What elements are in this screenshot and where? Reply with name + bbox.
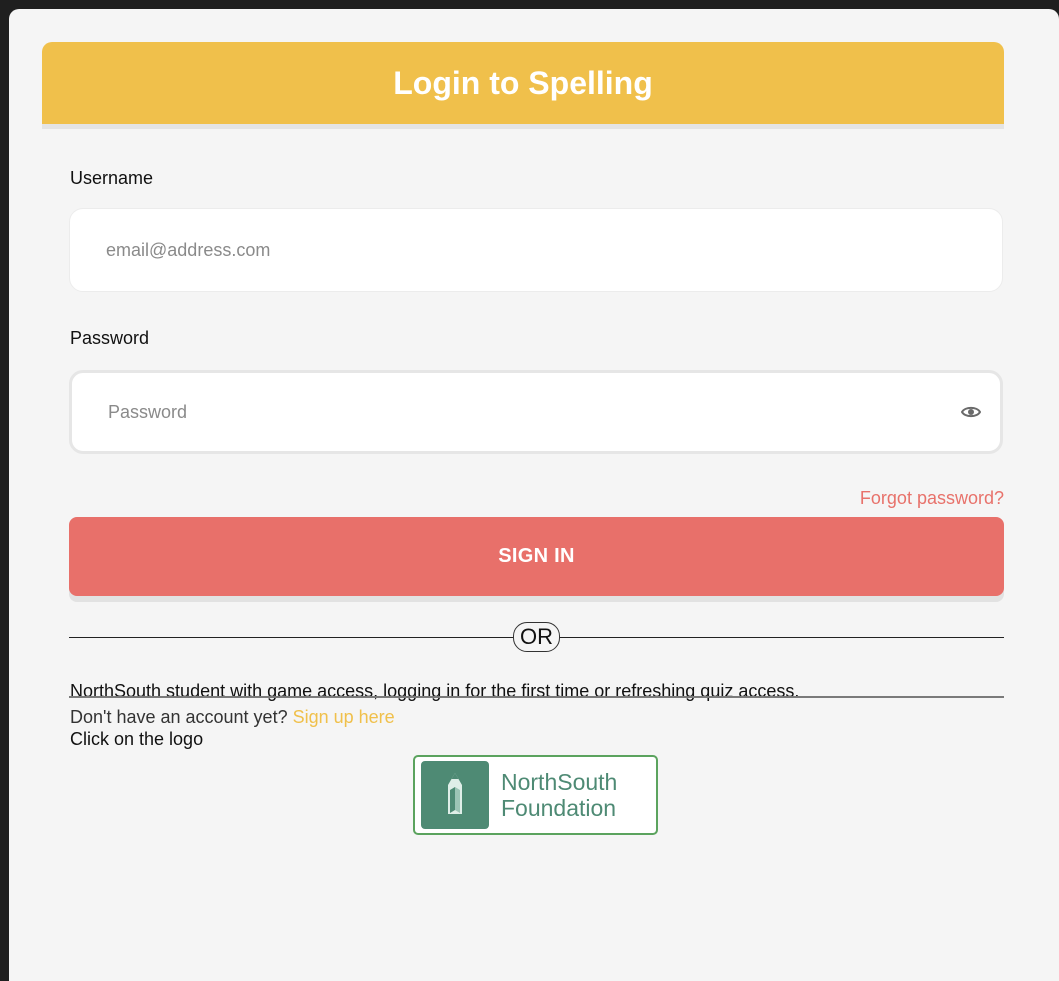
sign-up-link[interactable]: Sign up here — [293, 707, 395, 727]
sign-in-button[interactable]: SIGN IN — [69, 517, 1004, 596]
logo-line-1: NorthSouth — [501, 769, 618, 795]
logo-text: NorthSouth Foundation — [501, 769, 617, 821]
northsouth-logo-button[interactable]: NorthSouth Foundation — [413, 755, 658, 835]
forgot-password-link[interactable]: Forgot password? — [860, 488, 1004, 509]
logo-line-2: Foundation — [501, 795, 617, 821]
northsouth-info-text: NorthSouth student with game access, log… — [70, 681, 800, 701]
pencil-book-icon — [421, 761, 489, 829]
signup-line: Don't have an account yet? Sign up here — [70, 707, 395, 728]
password-field — [69, 370, 1003, 454]
password-input[interactable] — [72, 372, 958, 452]
username-label: Username — [70, 168, 154, 188]
username-input[interactable] — [70, 208, 1002, 292]
or-divider: OR — [69, 622, 1004, 652]
password-label: Password — [70, 328, 150, 348]
or-divider-line-right — [560, 636, 1004, 638]
signup-prompt: Don't have an account yet? — [70, 707, 288, 727]
username-field — [69, 208, 1003, 292]
login-header: Login to Spelling — [42, 42, 1004, 124]
or-divider-line-left — [69, 636, 513, 638]
show-password-eye-icon[interactable] — [958, 402, 984, 422]
click-logo-text: Click on the logo — [70, 729, 204, 749]
or-label: OR — [513, 622, 560, 652]
page-title: Login to Spelling — [393, 64, 653, 101]
footer-divider — [69, 696, 1004, 698]
login-card: Login to Spelling Username Password Forg… — [9, 9, 1059, 981]
